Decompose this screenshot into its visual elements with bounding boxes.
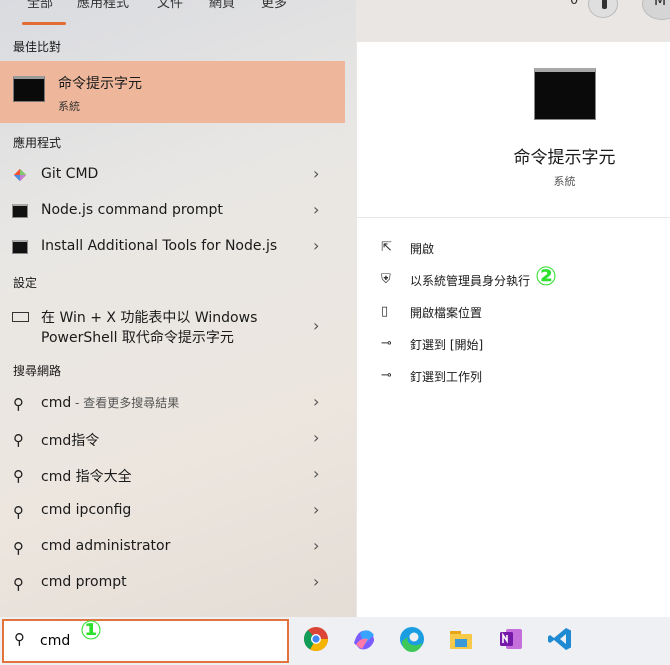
terminal-icon (12, 240, 28, 254)
detail-pane: 命令提示字元 系統 ⇱ 開啟 ⛨ 以系統管理員身分執行 ▯ 開啟檔案位置 ⊸ 釘… (357, 42, 670, 617)
chevron-right-icon[interactable]: › (313, 428, 319, 447)
terminal-icon (12, 204, 28, 218)
avatar[interactable]: M (642, 0, 670, 20)
action-pin-taskbar[interactable]: ⊸ 釘選到工作列 (381, 366, 661, 388)
search-box[interactable]: ⚲ (2, 619, 289, 663)
git-icon (13, 168, 27, 182)
search-icon: ⚲ (13, 575, 24, 593)
app-item-nodejs-prompt[interactable]: Node.js command prompt › (0, 194, 345, 228)
chrome-icon[interactable] (302, 625, 330, 653)
tab-more[interactable]: 更多 (261, 0, 287, 11)
search-icon: ⚲ (13, 503, 24, 521)
action-label: 釘選到工作列 (410, 370, 483, 384)
results-pane: 最佳比對 命令提示字元 系統 應用程式 Git CMD › Node.js co… (0, 0, 356, 617)
section-web: 搜尋網路 (13, 364, 62, 378)
tab-all[interactable]: 全部 (27, 0, 53, 11)
chevron-right-icon[interactable]: › (313, 536, 319, 555)
filter-tabs: 全部 應用程式 文件 網頁 更多 0 M (0, 0, 670, 30)
chevron-right-icon[interactable]: › (313, 316, 319, 335)
pin-icon: ⊸ (381, 336, 392, 351)
app-item-install-tools[interactable]: Install Additional Tools for Node.js › (0, 230, 345, 264)
file-explorer-icon[interactable] (447, 625, 475, 653)
tab-documents[interactable]: 文件 (157, 0, 183, 11)
web-item-label: cmd prompt (41, 574, 127, 590)
pin-icon: ⊸ (381, 368, 392, 383)
shield-icon: ⛨ (381, 272, 391, 287)
best-match-item[interactable]: 命令提示字元 系統 (0, 61, 345, 123)
active-tab-indicator (22, 22, 66, 25)
chevron-right-icon[interactable]: › (313, 164, 319, 183)
best-match-title: 命令提示字元 (58, 76, 142, 92)
action-label: 開啟 (410, 242, 435, 256)
settings-item-powershell[interactable]: 在 Win + X 功能表中以 Windows PowerShell 取代命令提… (0, 304, 345, 350)
app-item-git-cmd[interactable]: Git CMD › (0, 158, 345, 192)
web-item-suffix: - 查看更多搜尋結果 (71, 396, 180, 410)
onenote-icon[interactable] (497, 625, 525, 653)
folder-icon: ▯ (381, 304, 389, 319)
open-icon: ⇱ (381, 240, 392, 255)
help-icon[interactable] (588, 0, 618, 18)
section-apps: 應用程式 (13, 136, 62, 150)
action-open-file-location[interactable]: ▯ 開啟檔案位置 (381, 302, 661, 324)
web-item-label: cmd ipconfig (41, 502, 132, 518)
copilot-icon[interactable] (350, 625, 378, 653)
start-search-window: 最佳比對 命令提示字元 系統 應用程式 Git CMD › Node.js co… (0, 0, 670, 665)
chevron-right-icon[interactable]: › (313, 464, 319, 483)
detail-subtitle: 系統 (553, 175, 576, 188)
tab-web[interactable]: 網頁 (209, 0, 235, 11)
web-item-label: cmd (41, 395, 72, 411)
search-icon: ⚲ (13, 395, 24, 413)
web-item[interactable]: ⚲ cmd prompt › (0, 566, 345, 600)
action-label: 開啟檔案位置 (410, 306, 483, 320)
annotation-step-2: ② (535, 262, 558, 292)
action-run-as-admin[interactable]: ⛨ 以系統管理員身分執行 (381, 270, 661, 292)
web-item-label: cmd administrator (41, 538, 171, 554)
chevron-right-icon[interactable]: › (313, 236, 319, 255)
chevron-right-icon[interactable]: › (313, 500, 319, 519)
vscode-icon[interactable] (546, 625, 574, 653)
chevron-right-icon[interactable]: › (313, 200, 319, 219)
command-prompt-icon (13, 76, 45, 102)
web-item[interactable]: ⚲ cmd 指令大全 › (0, 458, 345, 492)
web-item[interactable]: ⚲ cmd - 查看更多搜尋結果 › (0, 386, 345, 420)
action-label: 釘選到 [開始] (410, 338, 484, 352)
chevron-right-icon[interactable]: › (313, 572, 319, 591)
annotation-step-1: ① (80, 616, 103, 646)
command-prompt-icon (534, 68, 596, 120)
search-icon: ⚲ (14, 630, 25, 648)
section-best-match: 最佳比對 (13, 40, 62, 54)
search-icon: ⚲ (13, 431, 24, 449)
web-item[interactable]: ⚲ cmd administrator › (0, 530, 345, 564)
web-item[interactable]: ⚲ cmd指令 › (0, 422, 345, 456)
edge-icon[interactable] (398, 625, 426, 653)
search-input[interactable] (40, 629, 270, 653)
search-icon: ⚲ (13, 539, 24, 557)
settings-item-line1: 在 Win + X 功能表中以 Windows (41, 310, 258, 326)
rewards-count: 0 (570, 0, 579, 8)
app-item-label: Git CMD (41, 166, 99, 182)
divider (357, 217, 670, 218)
app-item-label: Install Additional Tools for Node.js (41, 238, 278, 254)
web-item[interactable]: ⚲ cmd ipconfig › (0, 494, 345, 528)
chevron-right-icon[interactable]: › (313, 392, 319, 411)
action-pin-start[interactable]: ⊸ 釘選到 [開始] (381, 334, 661, 356)
web-item-label: cmd 指令大全 (41, 469, 132, 485)
settings-item-line2: PowerShell 取代命令提示字元 (41, 330, 234, 346)
tab-apps[interactable]: 應用程式 (77, 0, 129, 11)
action-label: 以系統管理員身分執行 (410, 274, 531, 288)
action-open[interactable]: ⇱ 開啟 (381, 238, 661, 260)
section-settings: 設定 (13, 276, 38, 290)
web-item-label: cmd指令 (41, 433, 100, 449)
app-item-label: Node.js command prompt (41, 202, 223, 218)
settings-monitor-icon (12, 312, 29, 322)
detail-title: 命令提示字元 (513, 148, 616, 168)
search-icon: ⚲ (13, 467, 24, 485)
best-match-subtitle: 系統 (58, 100, 80, 113)
